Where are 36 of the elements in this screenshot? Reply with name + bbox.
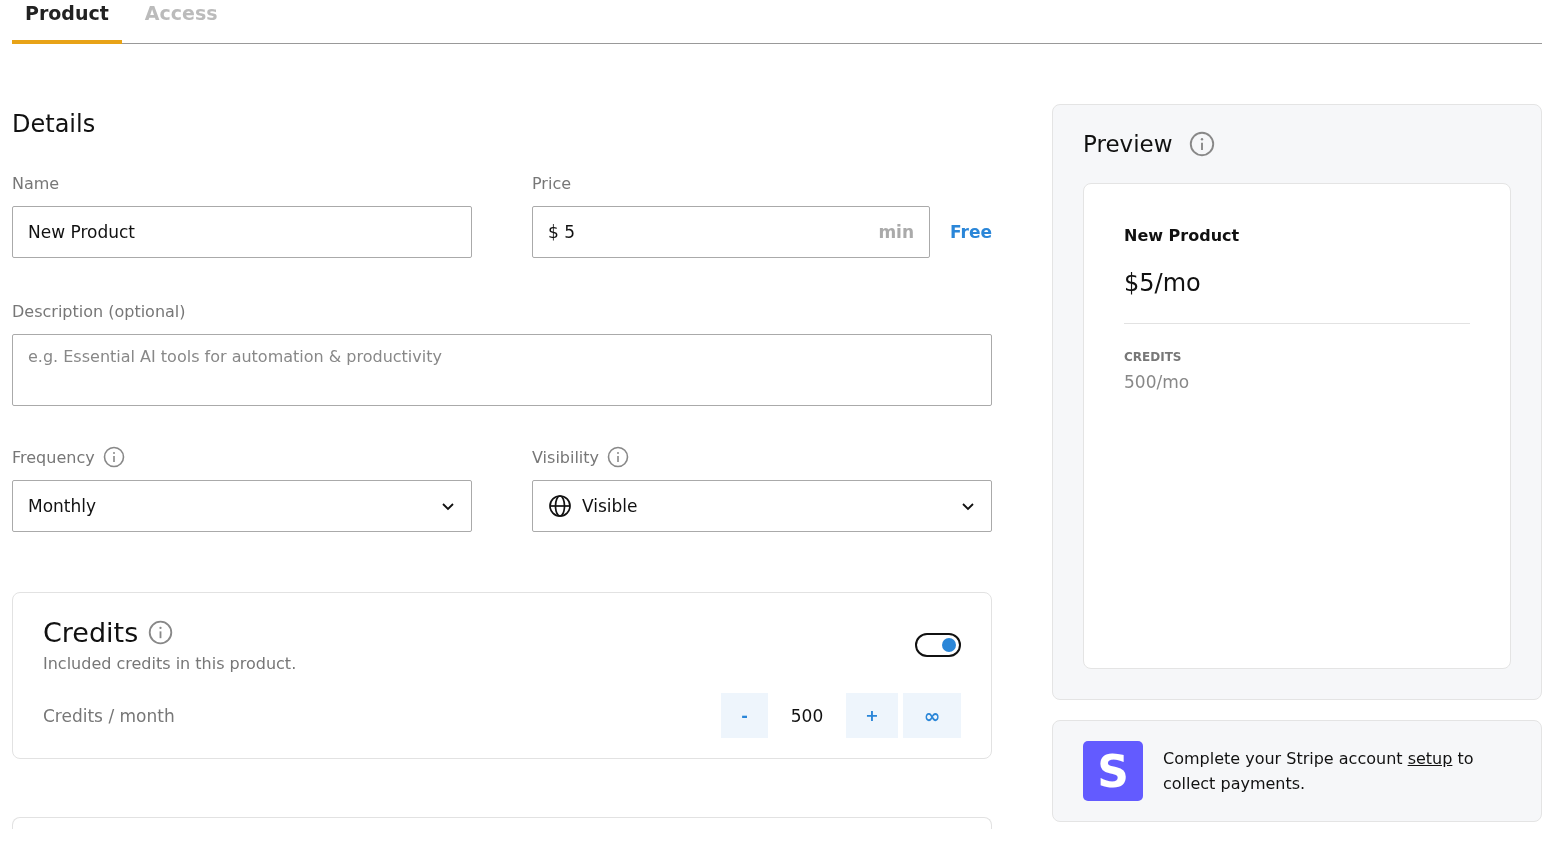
info-icon xyxy=(1188,131,1215,157)
toggle-switch[interactable] xyxy=(915,633,961,657)
credits-heading: CREDITS xyxy=(1124,350,1183,364)
info-icon xyxy=(148,620,174,645)
info-icon xyxy=(102,446,125,468)
section-title: Details xyxy=(12,110,97,138)
currency-symbol: $ xyxy=(548,222,559,242)
price-field[interactable]: $ 5 min xyxy=(532,206,931,258)
name-input[interactable]: New Product xyxy=(12,206,472,258)
price-unit: min xyxy=(878,222,915,242)
product-price: $5/mo xyxy=(1124,269,1201,297)
stripe-message: Complete your Stripe account setup to collect payments. xyxy=(1163,748,1475,795)
field-label: Name xyxy=(12,173,60,193)
credits-label: Credits / month xyxy=(43,705,175,726)
frequency-select[interactable]: Monthly xyxy=(12,480,472,532)
tab[interactable]: Product xyxy=(12,0,122,44)
price-input[interactable]: 5 xyxy=(564,222,765,242)
field-label: Description (optional) xyxy=(12,301,186,321)
visibility-select[interactable]: Visible xyxy=(532,480,992,532)
card-subtitle: Included credits in this product. xyxy=(43,654,297,673)
description-input[interactable]: e.g. Essential AI tools for automation & productivity xyxy=(12,334,992,406)
unlimited-button[interactable]: ∞ xyxy=(903,693,961,738)
field-label: Frequency xyxy=(12,447,95,467)
stripe-logo: S xyxy=(1083,741,1143,801)
card-title: Credits xyxy=(43,617,139,648)
product-name: New Product xyxy=(1124,226,1241,245)
credits-amount: 500 xyxy=(789,705,825,726)
info-icon xyxy=(607,446,630,468)
panel-title: Preview xyxy=(1083,131,1173,157)
increment-button[interactable]: + xyxy=(846,693,898,738)
credits-value: 500/mo xyxy=(1124,372,1191,392)
globe-icon xyxy=(548,494,572,518)
field-label: Visibility xyxy=(532,447,600,467)
free-link[interactable]: Free xyxy=(950,222,992,242)
setup-link[interactable]: setup xyxy=(1407,749,1453,768)
field-label: Price xyxy=(532,173,572,193)
